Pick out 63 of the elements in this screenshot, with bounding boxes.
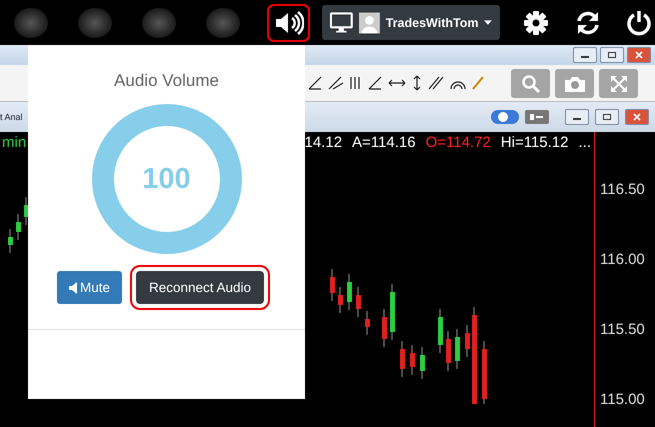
maximize-button[interactable] xyxy=(595,109,619,125)
refresh-icon xyxy=(574,10,601,36)
price-label: 116.50 xyxy=(599,182,646,198)
candlestick xyxy=(420,346,425,380)
minimize-button[interactable] xyxy=(565,109,589,125)
minimize-button[interactable] xyxy=(573,47,597,63)
volume-reading: 100 xyxy=(142,162,191,196)
candlestick xyxy=(338,286,343,314)
candlestick xyxy=(365,310,370,336)
reconnect-button[interactable]: Reconnect Audio xyxy=(136,271,264,304)
close-button[interactable] xyxy=(627,47,651,63)
candlestick xyxy=(400,340,405,378)
close-icon xyxy=(632,113,642,121)
quote-value: Hi=115.12 xyxy=(500,134,568,151)
power-icon xyxy=(626,10,652,36)
fullscreen-icon xyxy=(608,74,628,94)
screenshot-button[interactable] xyxy=(555,69,594,98)
blurred-icon xyxy=(14,8,48,38)
price-label: 115.00 xyxy=(599,392,646,408)
timeframe-label: min xyxy=(1,134,26,151)
quote-value: ... xyxy=(578,134,591,151)
candlestick xyxy=(330,268,335,302)
candlestick xyxy=(446,330,451,372)
candlestick xyxy=(455,328,460,370)
price-label: 116.00 xyxy=(599,252,646,268)
restore-icon xyxy=(607,51,617,59)
chart-tab[interactable]: t Anal xyxy=(0,112,23,122)
maximize-button[interactable] xyxy=(600,47,624,63)
restore-icon xyxy=(602,113,612,121)
candlestick xyxy=(482,340,487,404)
price-label: 115.50 xyxy=(599,322,646,338)
candlestick xyxy=(382,308,387,348)
candlestick xyxy=(356,286,361,318)
interval-button[interactable] xyxy=(525,110,549,124)
blurred-icon xyxy=(142,8,176,38)
candlestick xyxy=(465,324,470,358)
candlestick xyxy=(390,284,395,340)
candlestick xyxy=(8,228,13,254)
candlestick xyxy=(410,344,415,376)
popup-title: Audio Volume xyxy=(114,71,219,91)
avatar-icon xyxy=(358,10,380,34)
close-button[interactable] xyxy=(625,109,649,125)
candlestick xyxy=(438,308,443,354)
quote-value: A=114.16 xyxy=(352,134,416,151)
settings-icon xyxy=(523,10,550,36)
blurred-icon xyxy=(78,8,112,38)
quote-value: O=114.72 xyxy=(426,134,491,151)
camera-icon xyxy=(564,74,586,92)
user-menu-button[interactable]: TradesWithTom xyxy=(322,5,500,40)
monitor-icon xyxy=(330,10,353,34)
blurred-icon xyxy=(206,8,240,38)
speaker-icon xyxy=(68,282,77,294)
bar-icon xyxy=(529,112,545,122)
speaker-icon xyxy=(274,10,304,34)
candlestick xyxy=(16,214,21,240)
search-icon xyxy=(520,74,540,94)
close-icon xyxy=(634,51,644,59)
candlestick xyxy=(347,274,352,310)
volume-button[interactable] xyxy=(266,4,310,42)
caret-icon xyxy=(484,20,492,26)
symbol-button[interactable] xyxy=(491,110,519,124)
quote-value: 14.12 xyxy=(304,134,342,151)
mute-button[interactable]: Mute xyxy=(56,271,122,304)
